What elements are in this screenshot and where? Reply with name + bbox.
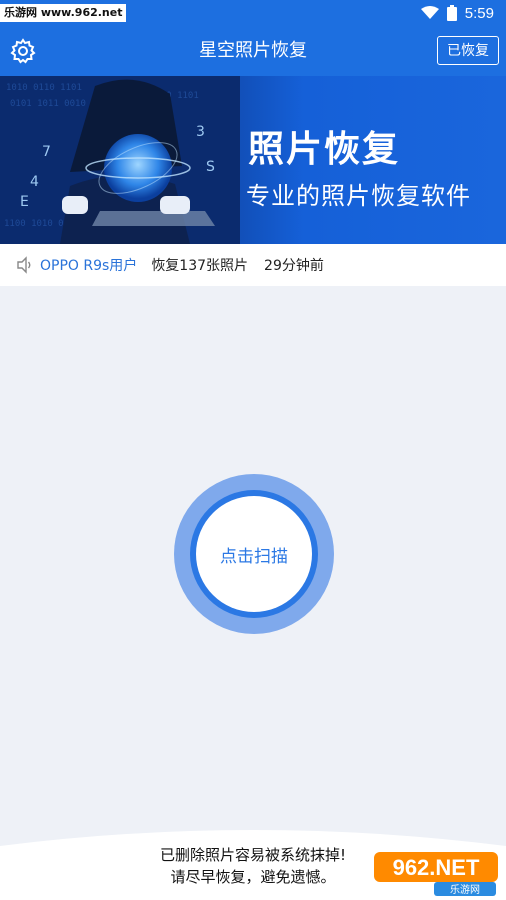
banner-subtitle: 专业的照片恢复软件	[246, 182, 471, 210]
site-logo: 962.NET 乐游网	[374, 852, 498, 896]
footer: 已删除照片容易被系统抹掉! 请尽早恢复，避免遗憾。 962.NET 乐游网	[0, 822, 506, 900]
svg-text:0101 1011 0010: 0101 1011 0010	[10, 99, 86, 109]
speaker-icon	[17, 256, 31, 274]
recovered-button[interactable]: 已恢复	[437, 36, 499, 65]
svg-text:E: E	[20, 194, 29, 210]
notice-user: OPPO R9s用户	[40, 258, 138, 274]
app-bar: 星空照片恢复 已恢复	[0, 26, 506, 76]
clock: 5:59	[464, 4, 494, 22]
hacker-globe-illustration: 1010 0110 1101 0101 1011 0010 1100 1010 …	[0, 76, 240, 244]
scan-label[interactable]: 点击扫描	[196, 496, 312, 612]
battery-icon	[446, 5, 457, 21]
scan-button[interactable]: 点击扫描	[174, 474, 334, 634]
recovery-notice: OPPO R9s用户 恢复137张照片 29分钟前	[0, 244, 506, 286]
notice-count: 恢复137张照片	[151, 258, 249, 274]
svg-text:S: S	[206, 159, 215, 175]
logo-text: 962.NET	[393, 855, 480, 880]
svg-text:1010 0110 1101: 1010 0110 1101	[6, 83, 82, 93]
watermark: 乐游网 www.962.net	[0, 4, 127, 22]
svg-text:4: 4	[30, 174, 39, 190]
logo-subtext: 乐游网	[450, 883, 480, 896]
banner-title: 照片恢复	[248, 129, 401, 170]
status-bar: 乐游网 www.962.net 5:59	[0, 0, 506, 26]
notice-time: 29分钟前	[264, 258, 324, 274]
wifi-icon	[420, 6, 439, 19]
banner: 1010 0110 1101 0101 1011 0010 1100 1010 …	[0, 76, 506, 244]
svg-text:3: 3	[196, 124, 205, 140]
svg-text:7: 7	[42, 144, 51, 160]
page-title: 星空照片恢复	[199, 40, 307, 61]
